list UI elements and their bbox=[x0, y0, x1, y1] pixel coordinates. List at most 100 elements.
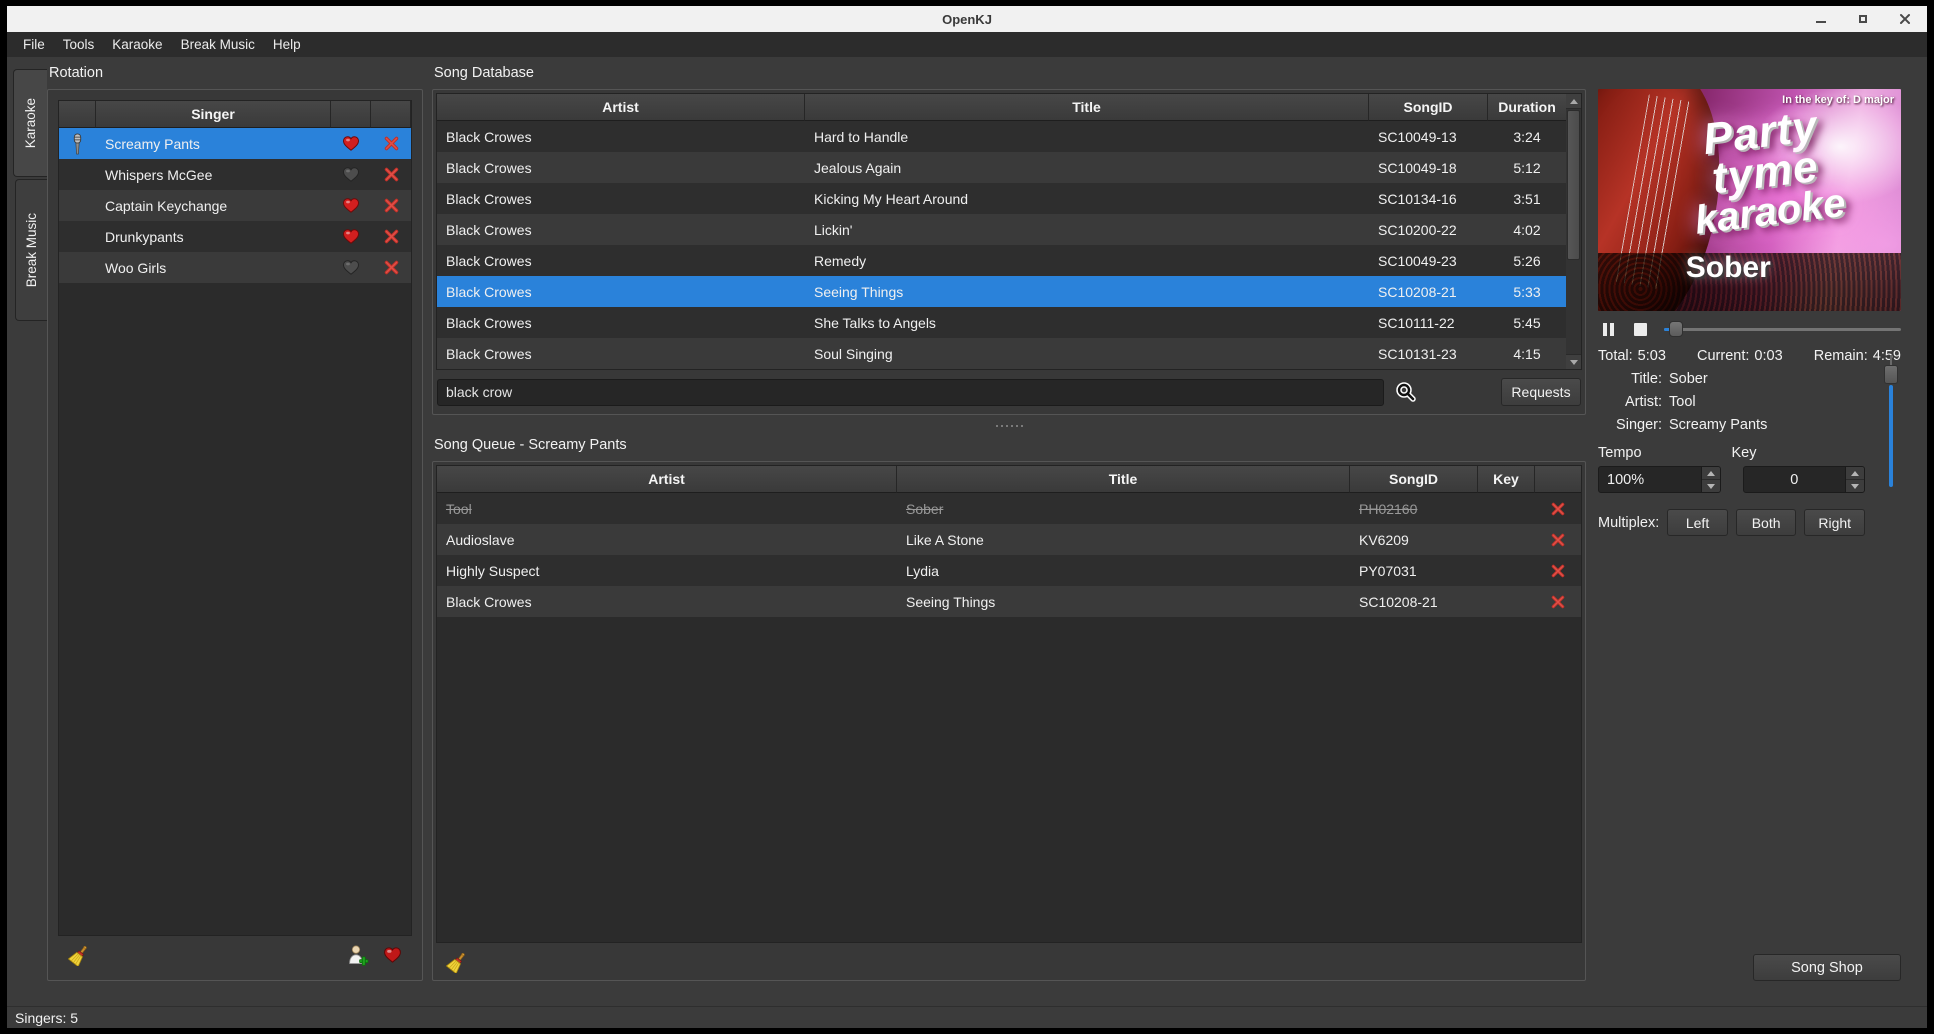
menu-karaoke[interactable]: Karaoke bbox=[103, 34, 171, 55]
minimize-button[interactable] bbox=[1813, 11, 1829, 27]
add-singer-button[interactable] bbox=[347, 944, 369, 966]
seek-handle[interactable] bbox=[1669, 321, 1683, 337]
scroll-up-button[interactable] bbox=[1566, 94, 1581, 109]
remove-from-queue-cell[interactable] bbox=[1535, 493, 1581, 524]
rotation-row-woo-girls[interactable]: Woo Girls bbox=[59, 252, 411, 283]
queue-header-artist[interactable]: Artist bbox=[437, 466, 897, 493]
db-row[interactable]: Black Crowes Remedy SC10049-23 5:26 bbox=[437, 245, 1566, 276]
db-row[interactable]: Black Crowes Hard to Handle SC10049-13 3… bbox=[437, 121, 1566, 152]
song-shop-button[interactable]: Song Shop bbox=[1753, 954, 1901, 981]
queue-header-title[interactable]: Title bbox=[897, 466, 1350, 493]
tab-break-music[interactable]: Break Music bbox=[15, 179, 47, 321]
arrow-down-icon bbox=[1570, 360, 1578, 365]
key-up-button[interactable] bbox=[1846, 467, 1864, 480]
menu-tools[interactable]: Tools bbox=[54, 34, 104, 55]
db-scrollbar[interactable] bbox=[1566, 93, 1582, 370]
queue-row[interactable]: Audioslave Like A Stone KV6209 bbox=[437, 524, 1581, 555]
volume-slider[interactable] bbox=[1883, 355, 1899, 487]
db-header-songid[interactable]: SongID bbox=[1369, 94, 1488, 121]
singer-name: Whispers McGee bbox=[96, 159, 331, 190]
rotation-row-captain-keychange[interactable]: Captain Keychange bbox=[59, 190, 411, 221]
magnifier-cursor-icon bbox=[1396, 382, 1416, 402]
multiplex-both-button[interactable]: Both bbox=[1736, 509, 1797, 536]
broom-icon bbox=[446, 951, 468, 973]
rotation-header-icon-col[interactable] bbox=[59, 101, 96, 128]
key-down-button[interactable] bbox=[1846, 480, 1864, 492]
tempo-spinbox[interactable]: 100% bbox=[1598, 466, 1721, 493]
queue-header-key[interactable]: Key bbox=[1478, 466, 1535, 493]
tab-karaoke[interactable]: Karaoke bbox=[13, 69, 47, 177]
queue-row-played[interactable]: Tool Sober PH02160 bbox=[437, 493, 1581, 524]
db-row[interactable]: Black Crowes Lickin' SC10200-22 4:02 bbox=[437, 214, 1566, 245]
rotation-row-drunkypants[interactable]: Drunkypants bbox=[59, 221, 411, 252]
queue-header-songid[interactable]: SongID bbox=[1350, 466, 1478, 493]
stop-button[interactable] bbox=[1630, 320, 1650, 338]
db-row[interactable]: Black Crowes Jealous Again SC10049-18 5:… bbox=[437, 152, 1566, 183]
db-row-selected[interactable]: Black Crowes Seeing Things SC10208-21 5:… bbox=[437, 276, 1566, 307]
delete-singer-cell[interactable] bbox=[371, 252, 411, 283]
multiplex-left-button[interactable]: Left bbox=[1667, 509, 1728, 536]
video-brand: Party tyme karaoke bbox=[1682, 104, 1847, 239]
search-input[interactable] bbox=[437, 379, 1384, 406]
tempo-down-button[interactable] bbox=[1702, 480, 1720, 492]
db-row[interactable]: Black Crowes Kicking My Heart Around SC1… bbox=[437, 183, 1566, 214]
multiplex-right-button[interactable]: Right bbox=[1804, 509, 1865, 536]
remove-from-queue-cell[interactable] bbox=[1535, 555, 1581, 586]
remove-from-queue-cell[interactable] bbox=[1535, 524, 1581, 555]
volume-handle[interactable] bbox=[1884, 365, 1898, 384]
song-queue-label: Song Queue - Screamy Pants bbox=[432, 437, 1586, 461]
scroll-track[interactable] bbox=[1566, 109, 1581, 354]
queue-row[interactable]: Highly Suspect Lydia PY07031 bbox=[437, 555, 1581, 586]
arrow-down-icon bbox=[1707, 484, 1715, 489]
seek-slider[interactable] bbox=[1664, 320, 1901, 338]
favorite-cell[interactable] bbox=[331, 252, 371, 283]
toggle-favorites-button[interactable] bbox=[383, 946, 402, 964]
status-bar: Singers: 5 bbox=[7, 1006, 1927, 1028]
menu-file[interactable]: File bbox=[14, 34, 54, 55]
key-spinbox[interactable]: 0 bbox=[1743, 466, 1866, 493]
main-area: Karaoke Break Music Rotation Singer bbox=[7, 57, 1927, 1006]
db-row[interactable]: Black Crowes She Talks to Angels SC10111… bbox=[437, 307, 1566, 338]
multiplex-row: Multiplex: Left Both Right bbox=[1598, 509, 1901, 536]
db-header-title[interactable]: Title bbox=[805, 94, 1369, 121]
db-row[interactable]: Black Crowes Soul Singing SC10131-23 4:1… bbox=[437, 338, 1566, 369]
queue-toolbar bbox=[436, 943, 1582, 977]
delete-x-icon bbox=[384, 136, 399, 151]
menu-help[interactable]: Help bbox=[264, 34, 310, 55]
scroll-handle[interactable] bbox=[1567, 110, 1580, 260]
key-label: Key bbox=[1732, 445, 1866, 461]
pause-button[interactable] bbox=[1598, 320, 1618, 338]
favorite-cell[interactable] bbox=[331, 221, 371, 252]
rotation-table: Singer Screamy bbox=[58, 100, 412, 936]
tempo-up-button[interactable] bbox=[1702, 467, 1720, 480]
requests-button[interactable]: Requests bbox=[1501, 378, 1581, 406]
rotation-row-screamy-pants[interactable]: Screamy Pants bbox=[59, 128, 411, 159]
close-button[interactable] bbox=[1897, 11, 1913, 27]
delete-singer-cell[interactable] bbox=[371, 159, 411, 190]
queue-header-row: Artist Title SongID Key bbox=[437, 466, 1581, 493]
window-controls bbox=[1813, 6, 1913, 32]
menu-break-music[interactable]: Break Music bbox=[172, 34, 264, 55]
rotation-header-favorite-col[interactable] bbox=[331, 101, 371, 128]
queue-row[interactable]: Black Crowes Seeing Things SC10208-21 bbox=[437, 586, 1581, 617]
delete-singer-cell[interactable] bbox=[371, 128, 411, 159]
clear-rotation-button[interactable] bbox=[68, 944, 90, 966]
panel-splitter-handle[interactable] bbox=[432, 415, 1586, 437]
clear-queue-button[interactable] bbox=[446, 951, 468, 973]
delete-singer-cell[interactable] bbox=[371, 221, 411, 252]
rotation-header-singer[interactable]: Singer bbox=[96, 101, 331, 128]
time-info-row: Total:5:03 Current:0:03 Remain:4:59 bbox=[1598, 348, 1901, 364]
queue-header-delete-col[interactable] bbox=[1535, 466, 1581, 493]
favorite-cell[interactable] bbox=[331, 159, 371, 190]
maximize-button[interactable] bbox=[1855, 11, 1871, 27]
db-header-artist[interactable]: Artist bbox=[437, 94, 805, 121]
favorite-cell[interactable] bbox=[331, 128, 371, 159]
db-search-row: Requests bbox=[437, 377, 1581, 407]
rotation-row-whispers-mcgee[interactable]: Whispers McGee bbox=[59, 159, 411, 190]
db-header-duration[interactable]: Duration bbox=[1488, 94, 1566, 121]
favorite-cell[interactable] bbox=[331, 190, 371, 221]
delete-singer-cell[interactable] bbox=[371, 190, 411, 221]
scroll-down-button[interactable] bbox=[1566, 354, 1581, 369]
rotation-header-delete-col[interactable] bbox=[371, 101, 411, 128]
remove-from-queue-cell[interactable] bbox=[1535, 586, 1581, 617]
